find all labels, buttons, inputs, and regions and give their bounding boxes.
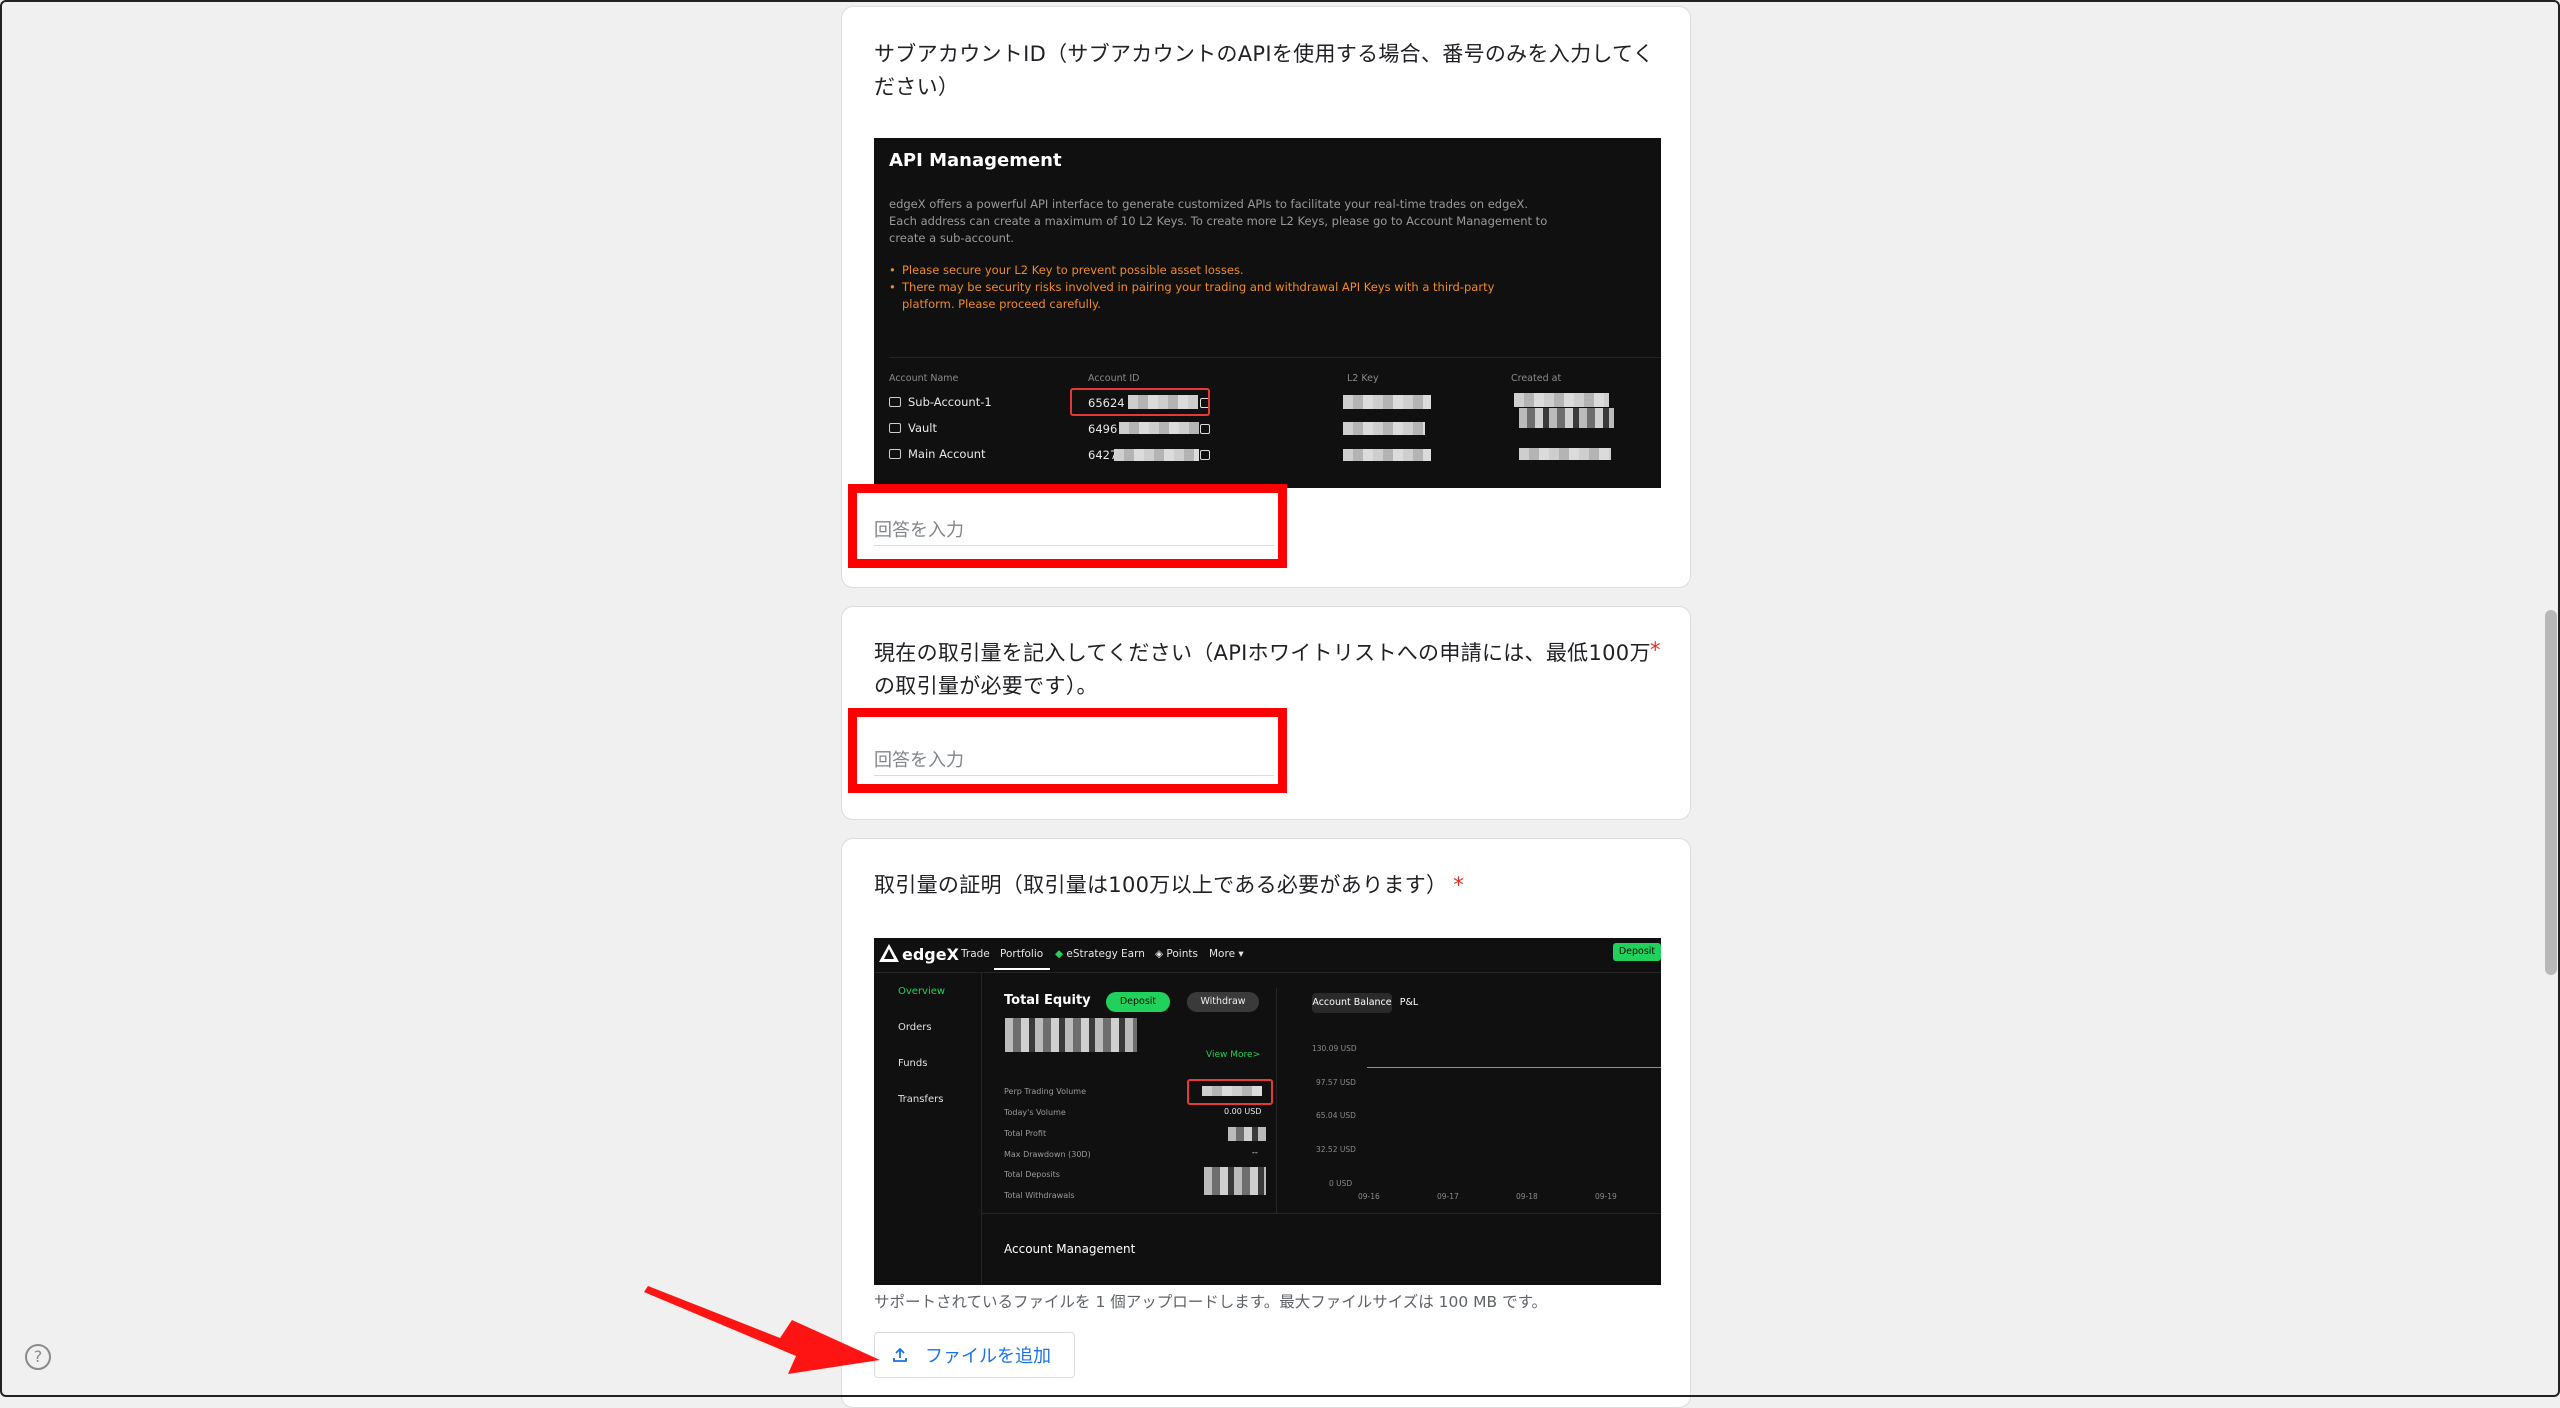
nav-active-indicator xyxy=(994,968,1050,970)
tab-pnl: P&L xyxy=(1399,997,1419,1008)
highlight-box xyxy=(1070,388,1210,416)
x-tick: 09-19 xyxy=(1595,1192,1617,1201)
copy-icon xyxy=(1200,450,1210,460)
max-drawdown-value: -- xyxy=(1252,1148,1258,1157)
wallet-icon xyxy=(889,423,901,433)
api-warning-2: • There may be security risks involved in… xyxy=(889,280,1495,311)
y-tick: 65.04 USD xyxy=(1316,1111,1356,1120)
sidebar-orders: Orders xyxy=(898,1022,932,1033)
tab-account-balance: Account Balance xyxy=(1312,993,1392,1013)
add-file-label: ファイルを追加 xyxy=(925,1346,1051,1367)
nav-estrategy: ◆ eStrategy xyxy=(1055,948,1118,960)
annotation-arrow xyxy=(644,1286,880,1374)
redacted-account-id xyxy=(1119,422,1199,434)
question-title: 現在の取引量を記入してください（APIホワイトリストへの申請には、最低100万の… xyxy=(874,641,1651,698)
required-mark: * xyxy=(1453,873,1465,897)
redacted-l2-key xyxy=(1343,395,1431,409)
stat-total-withdrawals: Total Withdrawals xyxy=(1004,1191,1075,1200)
edgex-logo-icon xyxy=(879,944,899,962)
question-title: 取引量の証明（取引量は100万以上である必要があります） * xyxy=(874,873,1465,897)
nav-trade: Trade xyxy=(961,948,990,960)
y-tick: 130.09 USD xyxy=(1312,1044,1357,1053)
column-account-id: Account ID xyxy=(1088,373,1140,384)
file-upload-note: サポートされているファイルを 1 個アップロードします。最大ファイルサイズは 1… xyxy=(874,1293,1548,1311)
section-divider xyxy=(1276,988,1277,1213)
api-management-screenshot: API Management edgeX offers a powerful A… xyxy=(874,138,1661,488)
edgex-navbar: edgeX Trade Portfolio ◆ eStrategy Earn ◈… xyxy=(874,938,1661,973)
portfolio-screenshot: edgeX Trade Portfolio ◆ eStrategy Earn ◈… xyxy=(874,938,1661,1285)
redacted-created-at xyxy=(1514,393,1609,407)
api-warning-1: • Please secure your L2 Key to prevent po… xyxy=(889,263,1244,277)
view-more-link: View More> xyxy=(1206,1050,1261,1060)
y-tick: 97.57 USD xyxy=(1316,1078,1356,1087)
sidebar-overview: Overview xyxy=(898,986,946,997)
column-account-name: Account Name xyxy=(889,373,959,384)
question-title: サブアカウントID（サブアカウントのAPIを使用する場合、番号のみを入力してくだ… xyxy=(874,42,1655,99)
wallet-icon xyxy=(889,449,901,459)
column-created-at: Created at xyxy=(1511,373,1562,384)
row-sub-account-1: Sub-Account-1 xyxy=(889,395,992,409)
divider xyxy=(889,357,1661,358)
deposit-button: Deposit xyxy=(1106,992,1170,1012)
redacted-total-profit xyxy=(1228,1127,1266,1141)
redacted-deposits xyxy=(1204,1167,1266,1195)
redacted-created-at xyxy=(1519,448,1611,460)
api-title: API Management xyxy=(889,150,1062,171)
row-vault: Vault xyxy=(889,421,937,435)
todays-volume-value: 0.00 USD xyxy=(1224,1107,1262,1116)
redacted-l2-key xyxy=(1343,449,1431,461)
help-icon[interactable]: ? xyxy=(25,1344,51,1370)
question-card-volume-proof: 取引量の証明（取引量は100万以上である必要があります） * edgeX Trad… xyxy=(841,838,1691,1408)
x-tick: 09-17 xyxy=(1437,1192,1459,1201)
sidebar-funds: Funds xyxy=(898,1058,928,1069)
stat-todays-volume: Today's Volume xyxy=(1004,1108,1066,1117)
section-divider xyxy=(981,1213,1661,1214)
deposit-top-button: Deposit xyxy=(1613,943,1661,961)
annotation-highlight xyxy=(848,708,1287,793)
stat-perp-volume: Perp Trading Volume xyxy=(1004,1087,1087,1096)
row-main-account: Main Account xyxy=(889,447,986,461)
account-management-title: Account Management xyxy=(1004,1242,1136,1256)
y-tick: 32.52 USD xyxy=(1316,1145,1356,1154)
y-tick: 0 USD xyxy=(1329,1179,1353,1188)
nav-more: More ▾ xyxy=(1209,948,1244,960)
x-tick: 09-18 xyxy=(1516,1192,1538,1201)
account-id-3: 6427 xyxy=(1088,448,1118,462)
upload-icon xyxy=(891,1346,909,1364)
annotation-highlight xyxy=(848,484,1287,568)
redacted-created-at xyxy=(1519,408,1614,428)
account-id-2: 6496 xyxy=(1088,422,1118,436)
nav-points: ◈ Points xyxy=(1155,948,1198,960)
sidebar-transfers: Transfers xyxy=(898,1094,944,1105)
required-mark: * xyxy=(1650,638,1661,662)
edgex-logo: edgeX xyxy=(902,945,959,964)
nav-earn: Earn xyxy=(1121,948,1145,960)
balance-line xyxy=(1367,1067,1661,1068)
highlight-box xyxy=(1187,1079,1273,1105)
stat-total-deposits: Total Deposits xyxy=(1004,1170,1060,1179)
withdraw-button: Withdraw xyxy=(1187,992,1259,1012)
redacted-equity xyxy=(1005,1018,1137,1052)
add-file-button[interactable]: ファイルを追加 xyxy=(874,1332,1075,1378)
redacted-l2-key xyxy=(1343,422,1425,435)
nav-portfolio: Portfolio xyxy=(1000,948,1044,960)
page-scrollbar[interactable] xyxy=(2542,0,2560,1397)
api-description: edgeX offers a powerful API interface to… xyxy=(889,197,1548,245)
portfolio-sidebar: Overview Orders Funds Transfers xyxy=(874,972,982,1285)
column-l2-key: L2 Key xyxy=(1347,373,1379,384)
copy-icon xyxy=(1200,424,1210,434)
redacted-account-id xyxy=(1114,449,1199,461)
wallet-icon xyxy=(889,397,901,407)
total-equity-title: Total Equity xyxy=(1004,993,1091,1008)
scroll-thumb[interactable] xyxy=(2545,610,2557,975)
stat-max-drawdown: Max Drawdown (30D) xyxy=(1004,1150,1091,1159)
stat-total-profit: Total Profit xyxy=(1004,1129,1047,1138)
x-tick: 09-16 xyxy=(1358,1192,1380,1201)
